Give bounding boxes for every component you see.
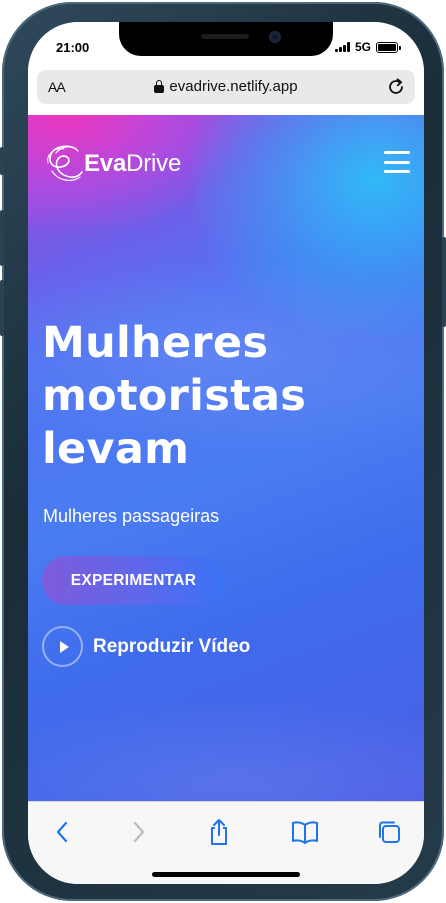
play-video-link[interactable]: Reproduzir Vídeo bbox=[42, 626, 250, 667]
hero-subtitle: Mulheres passageiras bbox=[43, 506, 220, 526]
signal-icon bbox=[334, 42, 350, 52]
hero-title-line: Mulheres bbox=[42, 318, 269, 368]
phone-screen: 21:00 5G AA evadrive.netlify.app EvaDriv… bbox=[28, 22, 424, 884]
share-icon[interactable] bbox=[204, 817, 234, 847]
phone-volume-up-button bbox=[0, 210, 4, 266]
phone-power-button bbox=[442, 237, 446, 327]
back-icon[interactable] bbox=[47, 817, 77, 847]
bookmarks-icon[interactable] bbox=[290, 817, 320, 847]
phone-volume-down-button bbox=[0, 280, 4, 336]
experimentar-button[interactable]: EXPERIMENTAR bbox=[42, 556, 225, 605]
network-label: 5G bbox=[354, 40, 371, 54]
status-bar: 21:00 5G bbox=[28, 22, 424, 70]
tabs-icon[interactable] bbox=[374, 817, 404, 847]
address-bar[interactable]: AA evadrive.netlify.app bbox=[37, 70, 415, 104]
home-indicator[interactable] bbox=[152, 872, 300, 877]
speaker-grille bbox=[201, 34, 249, 39]
url-display[interactable]: evadrive.netlify.app bbox=[37, 78, 415, 95]
front-camera bbox=[269, 31, 281, 43]
hamburger-icon[interactable] bbox=[384, 151, 410, 173]
status-time: 21:00 bbox=[56, 40, 90, 55]
hero-title-line: motoristas bbox=[42, 371, 307, 421]
hero-title: Mulheres motoristas levam bbox=[42, 317, 402, 476]
background-wave bbox=[28, 695, 424, 801]
url-text[interactable]: evadrive.netlify.app bbox=[169, 78, 297, 95]
notch bbox=[119, 22, 333, 56]
browser-top-bar: AA evadrive.netlify.app bbox=[28, 70, 424, 115]
reload-icon[interactable] bbox=[385, 76, 407, 98]
play-video-label[interactable]: Reproduzir Vídeo bbox=[93, 636, 250, 658]
evadrive-logo-icon bbox=[47, 145, 83, 181]
evadrive-logo[interactable]: EvaDrive bbox=[44, 141, 181, 187]
browser-toolbar bbox=[28, 801, 424, 884]
phone-silent-switch bbox=[0, 147, 4, 175]
forward-icon[interactable] bbox=[124, 817, 154, 847]
lock-icon bbox=[154, 80, 165, 93]
phone-frame: 21:00 5G AA evadrive.netlify.app EvaDriv… bbox=[0, 2, 446, 901]
hero-title-line: levam bbox=[42, 424, 190, 474]
logo-text: EvaDrive bbox=[84, 150, 182, 177]
web-content: EvaDrive Mulheres motoristas levam Mulhe… bbox=[28, 115, 424, 801]
battery-icon bbox=[376, 41, 401, 53]
play-icon[interactable] bbox=[42, 626, 83, 667]
status-indicators: 5G bbox=[334, 40, 401, 54]
